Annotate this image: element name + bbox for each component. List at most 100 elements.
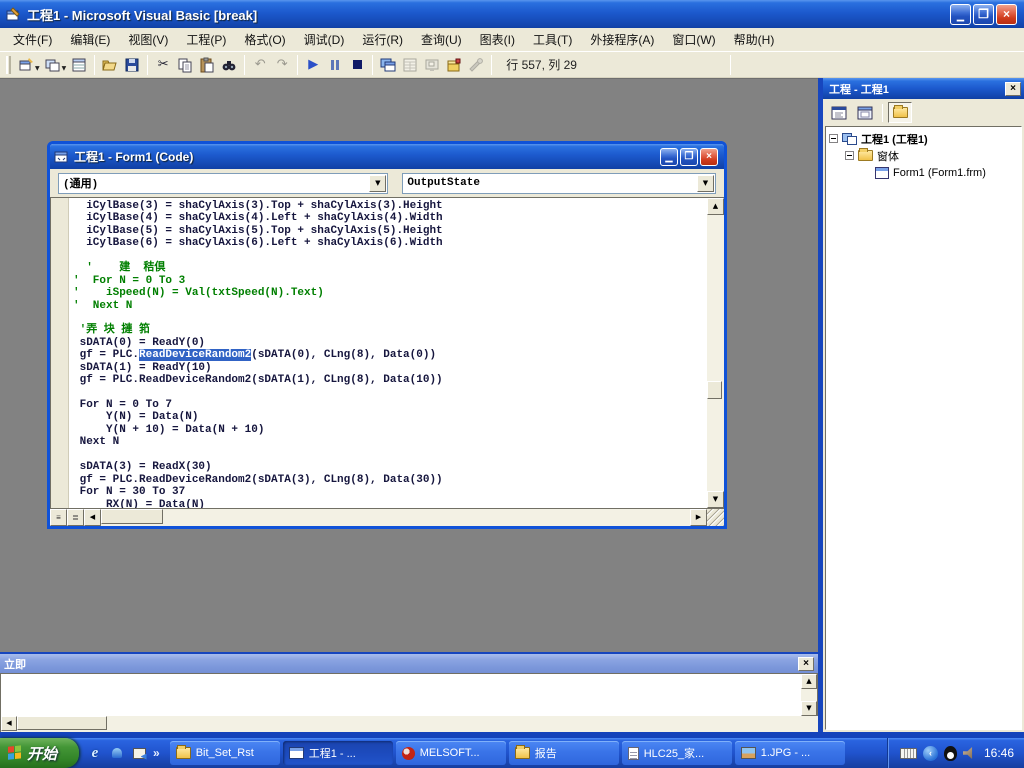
messenger-icon[interactable] bbox=[109, 745, 125, 761]
toolbox-icon[interactable] bbox=[465, 54, 487, 76]
immediate-vertical-scrollbar[interactable]: ▲ ▼ bbox=[801, 674, 817, 716]
full-module-view-button[interactable]: ≣ bbox=[67, 509, 84, 526]
end-icon[interactable] bbox=[346, 54, 368, 76]
object-combo[interactable]: (通用) ▼ bbox=[58, 173, 388, 194]
tree-item-form1[interactable]: Form1 (Form1.frm) bbox=[829, 164, 1021, 181]
scroll-right-icon[interactable]: ▶ bbox=[690, 509, 707, 526]
task-button-5[interactable]: 1.JPG - ... bbox=[735, 741, 845, 765]
menu-item-6[interactable]: 运行(R) bbox=[353, 28, 412, 51]
procedure-combo[interactable]: OutputState ▼ bbox=[402, 173, 716, 194]
mail-icon[interactable] bbox=[131, 745, 147, 761]
immediate-input-area[interactable] bbox=[1, 674, 801, 716]
properties-window-icon[interactable] bbox=[399, 54, 421, 76]
hscroll-thumb[interactable] bbox=[101, 509, 163, 524]
toolbar-grip[interactable] bbox=[6, 56, 11, 74]
object-browser-icon[interactable] bbox=[443, 54, 465, 76]
toggle-folders-button[interactable] bbox=[888, 102, 912, 123]
view-code-button[interactable] bbox=[827, 102, 851, 123]
form-layout-icon[interactable] bbox=[421, 54, 443, 76]
run-icon[interactable]: ▶ bbox=[302, 54, 324, 76]
maximize-button[interactable]: ❐ bbox=[973, 4, 994, 25]
immediate-titlebar[interactable]: 立即 × bbox=[0, 654, 818, 673]
menu-item-11[interactable]: 窗口(W) bbox=[663, 28, 724, 51]
redo-icon[interactable]: ↷ bbox=[271, 54, 293, 76]
task-button-4[interactable]: HLC25_家... bbox=[622, 741, 732, 765]
menu-item-7[interactable]: 查询(U) bbox=[412, 28, 471, 51]
image-icon bbox=[741, 747, 756, 759]
add-project-icon[interactable] bbox=[42, 54, 64, 76]
save-icon[interactable] bbox=[121, 54, 143, 76]
close-button[interactable]: × bbox=[996, 4, 1017, 25]
code-window-titlebar[interactable]: 工程1 - Form1 (Code) ▁ ❐ × bbox=[50, 144, 724, 169]
open-project-icon[interactable] bbox=[99, 54, 121, 76]
project-panel-close-icon[interactable]: × bbox=[1005, 82, 1021, 96]
main-titlebar[interactable]: 工程1 - Microsoft Visual Basic [break] ▁ ❐… bbox=[0, 0, 1024, 28]
find-icon[interactable] bbox=[218, 54, 240, 76]
menu-item-10[interactable]: 外接程序(A) bbox=[581, 28, 663, 51]
folder-icon bbox=[176, 747, 191, 759]
menu-item-3[interactable]: 工程(P) bbox=[177, 28, 235, 51]
menu-item-2[interactable]: 视图(V) bbox=[119, 28, 177, 51]
procedure-view-button[interactable]: ≡ bbox=[50, 509, 67, 526]
code-line: gf = PLC.ReadDeviceRandom2(sDATA(1), CLn… bbox=[73, 374, 707, 386]
immediate-scroll-up-icon[interactable]: ▲ bbox=[801, 674, 817, 689]
code-vertical-scrollbar[interactable]: ▲ ▼ bbox=[707, 198, 724, 508]
scroll-left-icon[interactable]: ◀ bbox=[84, 509, 101, 526]
immediate-horizontal-scrollbar[interactable]: ◀ bbox=[0, 716, 818, 732]
code-horizontal-scrollbar[interactable]: ◀ ▶ bbox=[84, 509, 707, 526]
menu-item-9[interactable]: 工具(T) bbox=[524, 28, 581, 51]
collapse-icon[interactable] bbox=[845, 151, 854, 160]
scroll-down-icon[interactable]: ▼ bbox=[707, 491, 724, 508]
add-form-dropdown-icon[interactable]: ▼ bbox=[35, 65, 40, 72]
volume-icon[interactable] bbox=[963, 747, 976, 759]
menu-item-5[interactable]: 调试(D) bbox=[295, 28, 354, 51]
menu-editor-icon[interactable] bbox=[68, 54, 90, 76]
scroll-up-icon[interactable]: ▲ bbox=[707, 198, 724, 215]
code-line bbox=[73, 312, 707, 324]
code-minimize-button[interactable]: ▁ bbox=[660, 148, 678, 166]
input-method-icon[interactable] bbox=[900, 748, 917, 759]
menu-item-8[interactable]: 图表(I) bbox=[471, 28, 524, 51]
code-close-button[interactable]: × bbox=[700, 148, 718, 166]
task-button-0[interactable]: Bit_Set_Rst bbox=[170, 741, 280, 765]
tree-item-forms-folder[interactable]: 窗体 bbox=[829, 147, 1021, 164]
paste-icon[interactable] bbox=[196, 54, 218, 76]
resize-grip[interactable] bbox=[707, 509, 724, 526]
task-button-2[interactable]: MELSOFT... bbox=[396, 741, 506, 765]
add-project-dropdown-icon[interactable]: ▼ bbox=[62, 65, 67, 72]
project-explorer-icon[interactable] bbox=[377, 54, 399, 76]
procedure-combo-dropdown-icon[interactable]: ▼ bbox=[697, 175, 714, 192]
copy-icon[interactable] bbox=[174, 54, 196, 76]
minimize-button[interactable]: ▁ bbox=[950, 4, 971, 25]
add-form-icon[interactable] bbox=[15, 54, 37, 76]
internet-explorer-icon[interactable]: e bbox=[87, 745, 103, 761]
vscroll-thumb[interactable] bbox=[707, 381, 722, 399]
undo-icon[interactable]: ↶ bbox=[249, 54, 271, 76]
qq-icon[interactable] bbox=[944, 746, 957, 761]
immediate-hscroll-thumb[interactable] bbox=[17, 716, 107, 730]
task-button-1[interactable]: 工程1 - ... bbox=[283, 741, 393, 765]
code-margin-strip[interactable] bbox=[51, 198, 69, 508]
code-maximize-button[interactable]: ❐ bbox=[680, 148, 698, 166]
menu-item-1[interactable]: 编辑(E) bbox=[61, 28, 119, 51]
collapse-icon[interactable] bbox=[829, 134, 838, 143]
tree-item-project[interactable]: 工程1 (工程1) bbox=[829, 130, 1021, 147]
code-line: iCylBase(5) = shaCylAxis(5).Top + shaCyl… bbox=[73, 225, 707, 237]
menu-item-0[interactable]: 文件(F) bbox=[4, 28, 61, 51]
tray-collapse-icon[interactable]: ‹ bbox=[923, 746, 938, 761]
break-icon[interactable] bbox=[324, 54, 346, 76]
immediate-scroll-left-icon[interactable]: ◀ bbox=[1, 716, 17, 731]
project-panel-titlebar[interactable]: 工程 - 工程1 × bbox=[823, 78, 1024, 99]
menu-item-12[interactable]: 帮助(H) bbox=[725, 28, 784, 51]
start-button[interactable]: 开始 bbox=[0, 738, 79, 768]
menu-item-4[interactable]: 格式(O) bbox=[235, 28, 294, 51]
code-editor[interactable]: iCylBase(3) = shaCylAxis(3).Top + shaCyl… bbox=[69, 198, 707, 508]
immediate-scroll-down-icon[interactable]: ▼ bbox=[801, 701, 817, 716]
view-object-button[interactable] bbox=[853, 102, 877, 123]
immediate-close-icon[interactable]: × bbox=[798, 657, 814, 671]
quick-launch-overflow-icon[interactable]: » bbox=[153, 746, 160, 760]
project-explorer-panel: 工程 - 工程1 × 工程1 (工程1) bbox=[823, 78, 1024, 732]
object-combo-dropdown-icon[interactable]: ▼ bbox=[369, 175, 386, 192]
cut-icon[interactable]: ✂ bbox=[152, 54, 174, 76]
task-button-3[interactable]: 报告 bbox=[509, 741, 619, 765]
